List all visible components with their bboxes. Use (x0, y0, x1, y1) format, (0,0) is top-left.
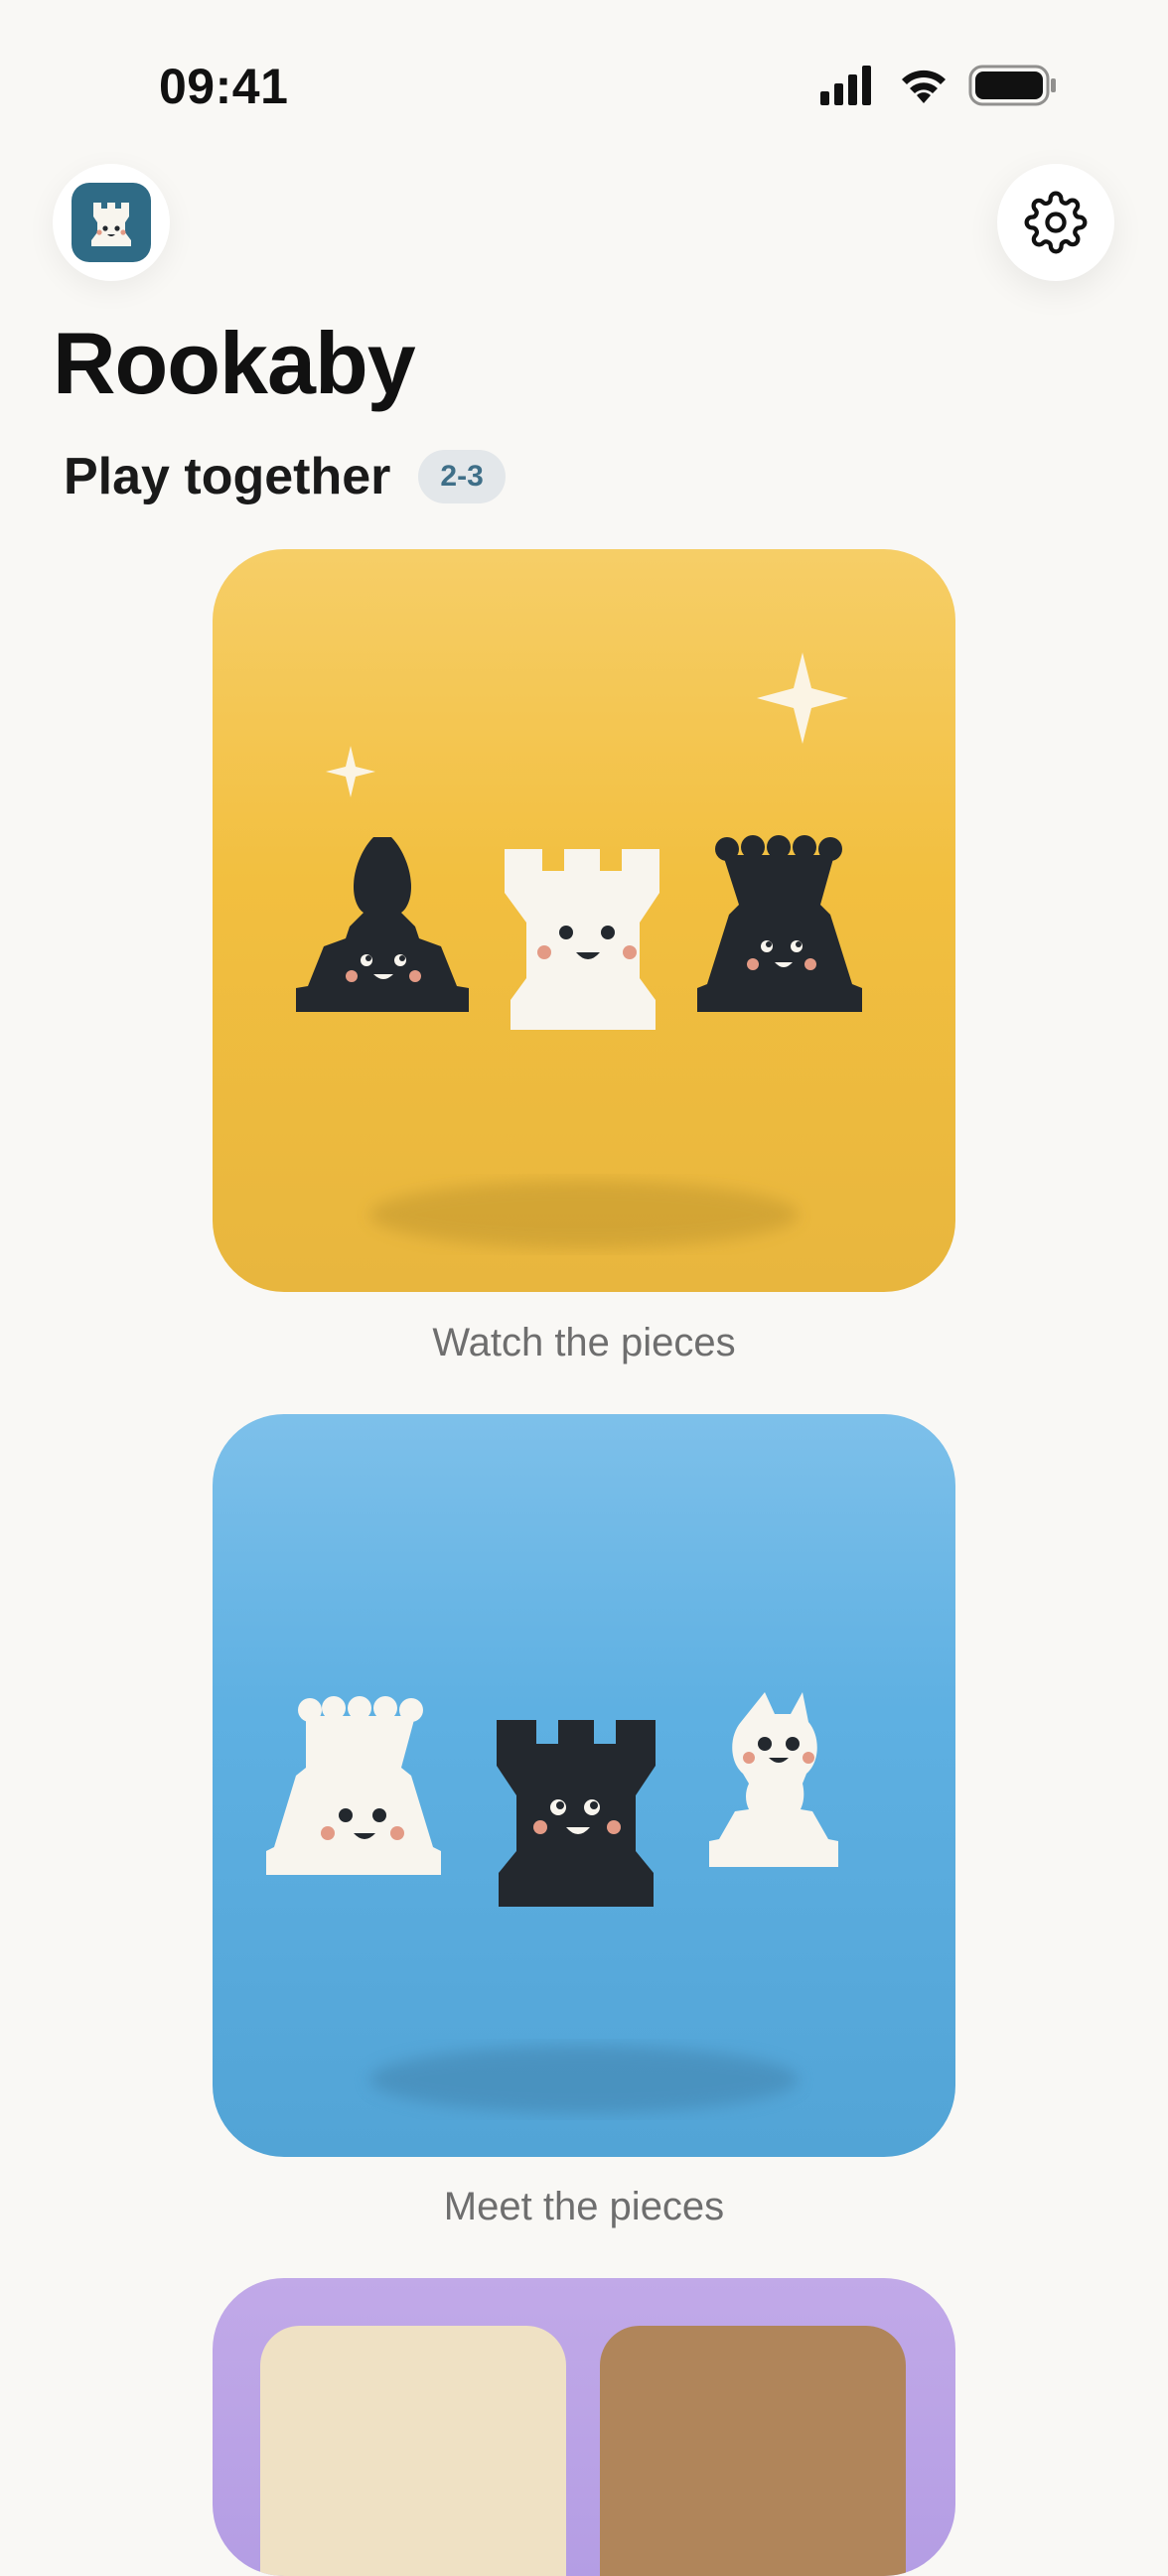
age-badge: 2-3 (418, 450, 506, 503)
dark-square-tile (600, 2326, 906, 2576)
app-icon-button[interactable] (53, 164, 170, 281)
rook-app-icon (72, 183, 151, 262)
page-title: Rookaby (53, 314, 416, 412)
dark-queen-piece (697, 835, 862, 1012)
signal-icon (820, 66, 871, 105)
meet-the-pieces-label: Meet the pieces (443, 2185, 725, 2228)
battery-icon (968, 65, 1056, 106)
light-rook-piece (505, 849, 659, 1030)
watch-the-pieces-card[interactable] (213, 549, 955, 1292)
status-bar: 09:41 (0, 0, 1168, 159)
dark-bishop-piece (296, 837, 469, 1012)
light-queen-piece (266, 1696, 441, 1875)
settings-button[interactable] (997, 164, 1114, 281)
watch-pieces-illustration (296, 652, 862, 1248)
light-square-tile (260, 2326, 566, 2576)
gear-icon (1024, 191, 1088, 254)
section-subtitle: Play together (64, 448, 391, 505)
status-icons (820, 65, 1056, 106)
subtitle-row: Play together 2-3 (64, 447, 506, 506)
sparkle-icon (757, 652, 848, 744)
wifi-icon (902, 70, 946, 103)
watch-the-pieces-label: Watch the pieces (432, 1321, 736, 1364)
status-time: 09:41 (159, 59, 289, 114)
board-colors-card[interactable] (213, 2278, 955, 2576)
meet-the-pieces-card[interactable] (213, 1414, 955, 2157)
sparkle-icon (326, 746, 375, 797)
meet-pieces-illustration (266, 1692, 838, 2113)
light-knight-piece (709, 1692, 838, 1867)
dark-rook-piece (497, 1720, 656, 1907)
